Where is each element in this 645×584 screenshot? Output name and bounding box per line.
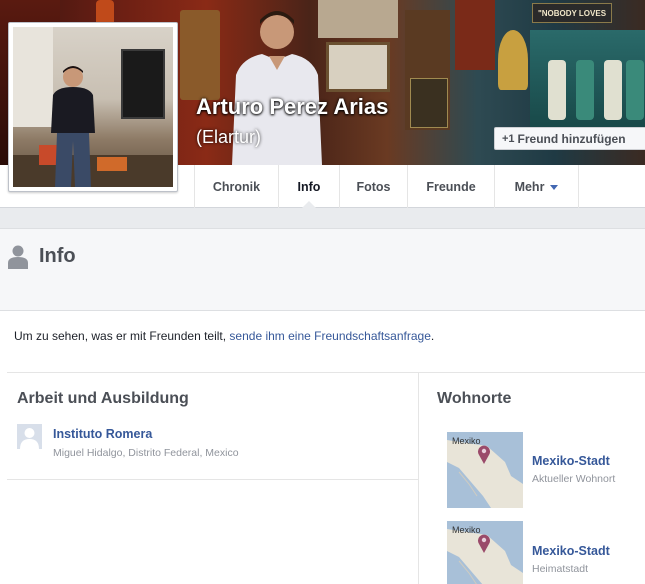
place-name-link[interactable]: Mexiko-Stadt — [532, 454, 610, 468]
cover-sign: "NOBODY LOVES — [532, 3, 612, 23]
add-friend-icon: +1 — [502, 132, 515, 145]
cover-decoration — [455, 0, 495, 70]
school-name-link[interactable]: Instituto Romera — [53, 427, 152, 441]
tab-label: Info — [297, 179, 321, 194]
cover-decoration — [410, 78, 448, 128]
map-pin-icon — [478, 445, 490, 464]
place-name-link[interactable]: Mexiko-Stadt — [532, 544, 610, 558]
divider — [7, 372, 645, 373]
profile-name[interactable]: Arturo Perez Arias — [196, 94, 388, 120]
person-figure — [51, 66, 95, 187]
school-location: Miguel Hidalgo, Distrito Federal, Mexico — [53, 447, 239, 459]
profile-picture[interactable] — [8, 22, 178, 192]
cover-decoration — [626, 60, 644, 120]
school-icon — [17, 424, 42, 449]
work-section-title: Arbeit und Ausbildung — [17, 390, 189, 407]
chevron-down-icon — [550, 185, 559, 190]
tab-label: Freunde — [426, 179, 476, 194]
profile-photo — [13, 27, 173, 187]
info-content: Um zu sehen, was er mit Freunden teilt, … — [0, 311, 645, 584]
map-thumbnail[interactable]: Mexiko — [447, 432, 523, 508]
column-divider — [418, 372, 419, 584]
tab-info[interactable]: Info — [278, 165, 339, 209]
cover-decoration — [548, 60, 566, 120]
tab-chronik[interactable]: Chronik — [194, 165, 278, 208]
tab-mehr[interactable]: Mehr — [494, 165, 579, 208]
add-friend-button[interactable]: +1 Freund hinzufügen — [494, 127, 645, 150]
cover-decoration — [498, 30, 528, 90]
tab-label: Fotos — [356, 179, 391, 194]
cover-decoration — [180, 10, 220, 100]
info-header: Info — [0, 228, 645, 311]
tab-label: Chronik — [212, 179, 261, 194]
info-title: Info — [39, 245, 76, 267]
place-type: Aktueller Wohnort — [532, 473, 616, 485]
tab-fotos[interactable]: Fotos — [339, 165, 407, 208]
cover-decoration — [326, 42, 390, 92]
add-friend-label: Freund hinzufügen — [517, 131, 626, 146]
friend-request-link[interactable]: sende ihm eine Freundschaftsanfrage — [229, 329, 430, 343]
place-type: Heimatstadt — [532, 563, 589, 575]
tab-label: Mehr — [514, 179, 545, 194]
cover-decoration — [318, 0, 398, 38]
tab-freunde[interactable]: Freunde — [407, 165, 494, 208]
divider — [7, 479, 418, 480]
notice-text: Um zu sehen, was er mit Freunden teilt, — [14, 329, 230, 343]
map-thumbnail[interactable]: Mexiko — [447, 521, 523, 584]
friend-request-notice: Um zu sehen, was er mit Freunden teilt, … — [14, 329, 434, 343]
person-icon — [8, 245, 28, 269]
notice-suffix: . — [430, 329, 435, 343]
map-pin-icon — [478, 534, 490, 553]
cover-decoration — [576, 60, 594, 120]
profile-alias: (Elartur) — [196, 127, 262, 147]
places-section-title: Wohnorte — [437, 390, 512, 407]
cover-decoration — [604, 60, 622, 120]
profile-tabs: Chronik Info Fotos Freunde Mehr — [194, 165, 579, 209]
